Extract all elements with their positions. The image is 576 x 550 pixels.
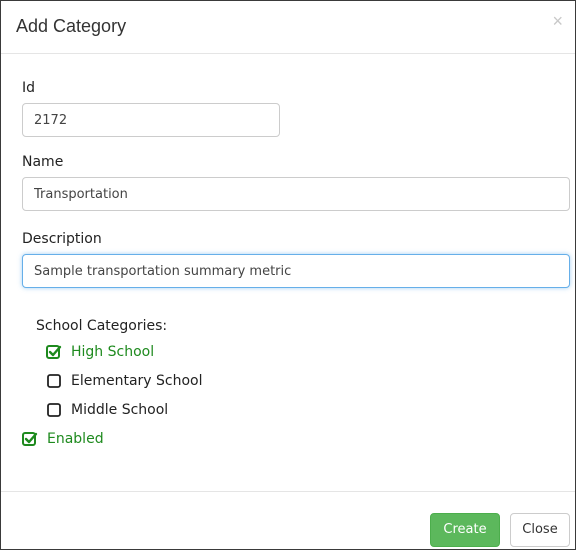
name-input[interactable]: [22, 177, 570, 211]
checked-square-icon: [46, 345, 62, 359]
middle-school-checkbox[interactable]: Middle School: [46, 401, 168, 419]
create-button[interactable]: Create: [430, 513, 500, 547]
school-categories-label: School Categories:: [36, 318, 168, 334]
high-school-label: High School: [71, 344, 155, 360]
close-icon[interactable]: ×: [552, 11, 563, 31]
elementary-school-label: Elementary School: [71, 373, 203, 389]
add-category-modal: Add Category × Id Name Description Schoo…: [0, 0, 576, 550]
description-label: Description: [22, 231, 102, 247]
high-school-checkbox[interactable]: High School: [46, 343, 154, 361]
id-input[interactable]: [22, 103, 280, 137]
modal-title: Add Category: [16, 16, 127, 36]
name-label: Name: [22, 154, 64, 170]
modal-footer: Create Close: [1, 491, 575, 550]
enabled-checkbox[interactable]: Enabled: [22, 430, 104, 448]
elementary-school-checkbox[interactable]: Elementary School: [46, 372, 203, 390]
middle-school-label: Middle School: [71, 402, 169, 418]
empty-square-icon: [47, 374, 61, 388]
empty-square-icon: [47, 403, 61, 417]
close-button[interactable]: Close: [510, 513, 570, 547]
id-label: Id: [22, 80, 36, 96]
checked-square-icon: [22, 432, 38, 446]
enabled-label: Enabled: [47, 431, 104, 447]
description-input[interactable]: [22, 254, 570, 288]
modal-header: Add Category ×: [1, 1, 575, 54]
